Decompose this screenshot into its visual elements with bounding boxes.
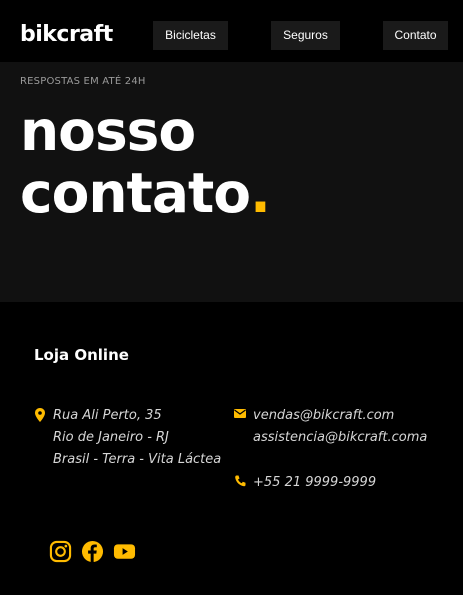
- site-header: bikcraft Bicicletas Seguros Contato: [0, 0, 463, 62]
- phone-icon: [235, 475, 246, 487]
- page-title: nosso contato.: [20, 99, 271, 225]
- store-title: Loja Online: [34, 346, 129, 364]
- title-dot: .: [250, 161, 271, 225]
- title-line-1: nosso: [20, 99, 196, 163]
- nav-seguros[interactable]: Seguros: [271, 21, 340, 50]
- address-line-1: Rua Ali Perto, 35: [53, 408, 162, 423]
- facebook-icon[interactable]: [81, 540, 104, 563]
- youtube-icon[interactable]: [113, 540, 136, 563]
- hero-section: RESPOSTAS EM ATÉ 24H nosso contato.: [0, 62, 463, 302]
- nav-contato[interactable]: Contato: [383, 21, 448, 50]
- contact-info-section: Loja Online Rua Ali Perto, 35 Rio de Jan…: [0, 302, 463, 595]
- phone-lines: +55 21 9999-9999: [253, 472, 376, 494]
- hero-eyebrow: RESPOSTAS EM ATÉ 24H: [20, 76, 146, 87]
- location-pin-icon: [35, 408, 45, 422]
- address-line-3: Brasil - Terra - Vita Láctea: [53, 452, 222, 467]
- address-lines: Rua Ali Perto, 35 Rio de Janeiro - RJ Br…: [53, 405, 221, 471]
- email-lines: vendas@bikcraft.com assistencia@bikcraft…: [253, 405, 427, 449]
- address-line-2: Rio de Janeiro - RJ: [53, 430, 169, 445]
- phone-link[interactable]: +55 21 9999-9999: [253, 472, 376, 494]
- title-line-2: contato: [20, 161, 251, 225]
- envelope-icon: [234, 409, 246, 418]
- nav-bicicletas[interactable]: Bicicletas: [153, 21, 228, 50]
- instagram-icon[interactable]: [49, 540, 72, 563]
- email-support-link[interactable]: assistencia@bikcraft.coma: [253, 427, 427, 449]
- email-sales-link[interactable]: vendas@bikcraft.com: [253, 405, 427, 427]
- logo[interactable]: bikcraft: [20, 22, 113, 48]
